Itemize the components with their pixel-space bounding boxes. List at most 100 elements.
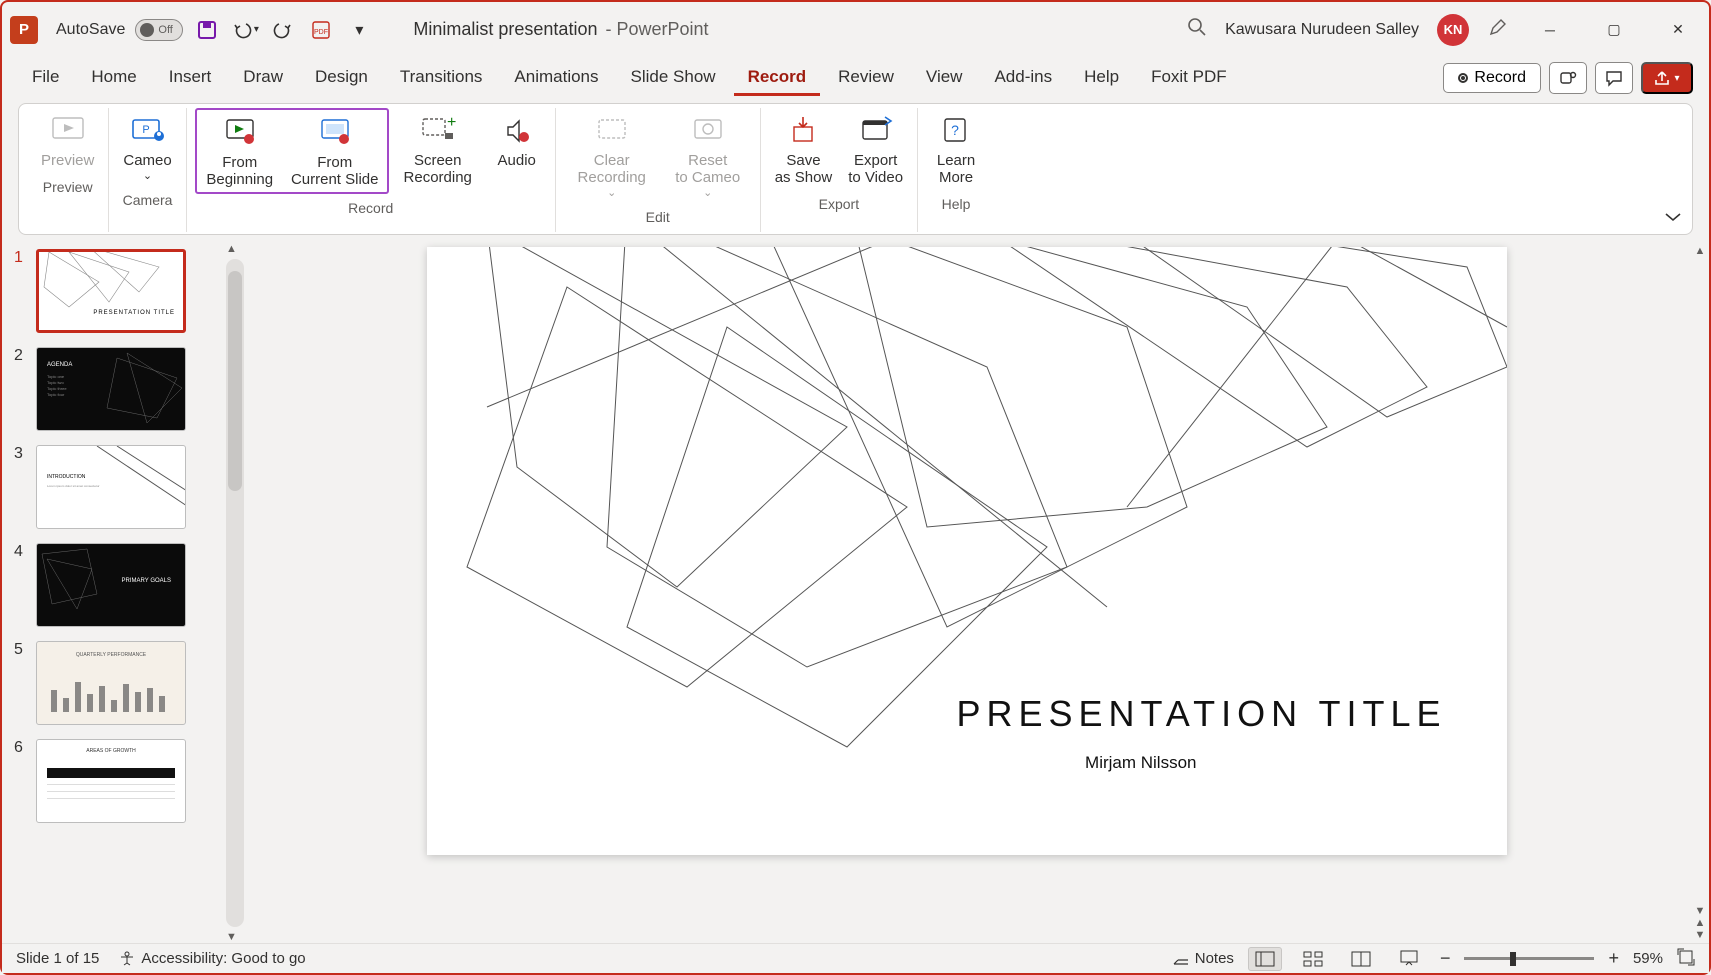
next-slide-icon[interactable]: ▼ [1695, 929, 1706, 941]
group-label-preview: Preview [43, 177, 93, 197]
thumbnail-slide-5[interactable]: 5QUARTERLY PERFORMANCE [14, 641, 218, 725]
scroll-down-icon[interactable]: ▼ [1695, 905, 1706, 917]
slide-thumbnails-panel: 1PRESENTATION TITLE 2AGENDATopic oneTopic… [2, 241, 222, 945]
thumbnail-slide-2[interactable]: 2AGENDATopic oneTopic twoTopic threeTopi… [14, 347, 218, 431]
cameo-label: Cameo [123, 152, 171, 169]
zoom-in-button[interactable]: + [1608, 948, 1619, 969]
reset-cameo-button[interactable]: Resetto Cameo⌄ [664, 108, 752, 203]
export-pdf-icon[interactable]: PDF [307, 16, 335, 44]
tab-file[interactable]: File [18, 61, 73, 96]
thumbnails-scrollbar[interactable]: ▲ ▼ [222, 241, 242, 945]
save-as-show-button[interactable]: Saveas Show [769, 108, 839, 190]
thumbnail-slide-4[interactable]: 4PRIMARY GOALS [14, 543, 218, 627]
zoom-slider[interactable] [1464, 957, 1594, 960]
export-video-button[interactable]: Exportto Video [842, 108, 909, 190]
screen-recording-button[interactable]: + ScreenRecording [393, 108, 483, 194]
save-icon[interactable] [193, 16, 221, 44]
tab-add-ins[interactable]: Add-ins [980, 61, 1066, 96]
scroll-up-icon[interactable]: ▲ [226, 243, 237, 255]
screen-recording-icon: + [420, 112, 456, 148]
autosave-toggle[interactable]: AutoSave Off [56, 19, 183, 41]
normal-view-button[interactable] [1248, 947, 1282, 971]
thumbnail-slide-3[interactable]: 3INTRODUCTIONLorem ipsum dolor sit amet … [14, 445, 218, 529]
comments-button[interactable] [1595, 62, 1633, 94]
zoom-handle[interactable] [1510, 952, 1516, 966]
redo-icon[interactable] [269, 16, 297, 44]
ribbon-tabs: FileHomeInsertDrawDesignTransitionsAnima… [2, 57, 1709, 99]
reading-view-button[interactable] [1344, 947, 1378, 971]
user-avatar[interactable]: KN [1437, 14, 1469, 46]
from-current-slide-button[interactable]: FromCurrent Slide [283, 110, 387, 192]
minimize-button[interactable]: ─ [1527, 14, 1573, 46]
tab-animations[interactable]: Animations [500, 61, 612, 96]
ribbon: Preview Preview P Cameo ⌄ Camera FromBeg… [18, 103, 1693, 235]
from-beginning-button[interactable]: FromBeginning [197, 110, 283, 192]
ribbon-group-export: Saveas Show Exportto Video Export [761, 108, 918, 232]
record-button[interactable]: Record [1443, 63, 1541, 93]
toggle-switch[interactable]: Off [135, 19, 183, 41]
accessibility-status[interactable]: Accessibility: Good to go [119, 950, 305, 967]
customize-qat-icon[interactable]: ▾ [345, 16, 373, 44]
slide-canvas-area: PRESENTATION TITLE Mirjam Nilsson [242, 241, 1691, 945]
svg-text:+: + [447, 114, 456, 131]
maximize-button[interactable]: ▢ [1591, 14, 1637, 46]
slide-counter[interactable]: Slide 1 of 15 [16, 950, 99, 967]
document-title: Minimalist presentation - PowerPoint [413, 19, 708, 40]
present-teams-button[interactable] [1549, 62, 1587, 94]
svg-text:P: P [142, 124, 149, 136]
pen-icon[interactable] [1487, 16, 1509, 43]
tab-home[interactable]: Home [77, 61, 150, 96]
tab-design[interactable]: Design [301, 61, 382, 96]
tab-view[interactable]: View [912, 61, 977, 96]
slideshow-view-button[interactable] [1392, 947, 1426, 971]
preview-icon [50, 112, 86, 148]
tab-insert[interactable]: Insert [155, 61, 226, 96]
scroll-down-icon[interactable]: ▼ [226, 931, 237, 943]
learn-more-label: LearnMore [937, 152, 975, 186]
thumbnail-slide-6[interactable]: 6AREAS OF GROWTH [14, 739, 218, 823]
tab-foxit-pdf[interactable]: Foxit PDF [1137, 61, 1241, 96]
slide-sorter-view-button[interactable] [1296, 947, 1330, 971]
tab-slide-show[interactable]: Slide Show [617, 61, 730, 96]
save-as-show-label: Saveas Show [775, 152, 833, 186]
close-button[interactable]: ✕ [1655, 14, 1701, 46]
search-icon[interactable] [1187, 17, 1207, 42]
thumbnail-number: 1 [14, 249, 28, 267]
canvas-scrollbar[interactable]: ▲ ▼ ▲ ▼ [1691, 241, 1709, 945]
autosave-state: Off [158, 24, 172, 36]
collapse-ribbon-icon[interactable] [1664, 210, 1682, 228]
zoom-out-button[interactable]: − [1440, 948, 1451, 969]
tab-draw[interactable]: Draw [229, 61, 297, 96]
prev-slide-icon[interactable]: ▲ [1695, 917, 1706, 929]
share-button[interactable]: ▾ [1641, 62, 1693, 94]
thumbnail-number: 6 [14, 739, 28, 757]
cameo-button[interactable]: P Cameo ⌄ [117, 108, 177, 186]
undo-icon[interactable]: ▾ [231, 16, 259, 44]
slide-title-text[interactable]: PRESENTATION TITLE [956, 693, 1446, 735]
tab-record[interactable]: Record [734, 61, 821, 96]
svg-text:?: ? [951, 122, 959, 138]
from-current-icon [317, 114, 353, 150]
tab-help[interactable]: Help [1070, 61, 1133, 96]
scroll-handle[interactable] [228, 271, 242, 491]
screen-recording-label: ScreenRecording [404, 152, 472, 186]
tab-review[interactable]: Review [824, 61, 908, 96]
record-dot-icon [1458, 73, 1468, 83]
preview-button[interactable]: Preview [35, 108, 100, 173]
from-beginning-label: FromBeginning [206, 154, 273, 188]
zoom-percent[interactable]: 59% [1633, 950, 1663, 967]
thumbnail-slide-1[interactable]: 1PRESENTATION TITLE [14, 249, 218, 333]
tab-transitions[interactable]: Transitions [386, 61, 497, 96]
notes-button[interactable]: Notes [1172, 950, 1234, 967]
reset-cameo-label: Resetto Cameo [675, 152, 740, 186]
slide-subtitle-text[interactable]: Mirjam Nilsson [1085, 753, 1196, 773]
thumbnail-number: 5 [14, 641, 28, 659]
learn-more-button[interactable]: ? LearnMore [926, 108, 986, 190]
scroll-up-icon[interactable]: ▲ [1695, 245, 1706, 257]
clear-recording-icon [594, 112, 630, 148]
reset-cameo-icon [690, 112, 726, 148]
slide-canvas[interactable]: PRESENTATION TITLE Mirjam Nilsson [427, 247, 1507, 855]
audio-button[interactable]: Audio [487, 108, 547, 194]
clear-recording-button[interactable]: ClearRecording⌄ [564, 108, 660, 203]
fit-to-window-button[interactable] [1677, 948, 1695, 970]
